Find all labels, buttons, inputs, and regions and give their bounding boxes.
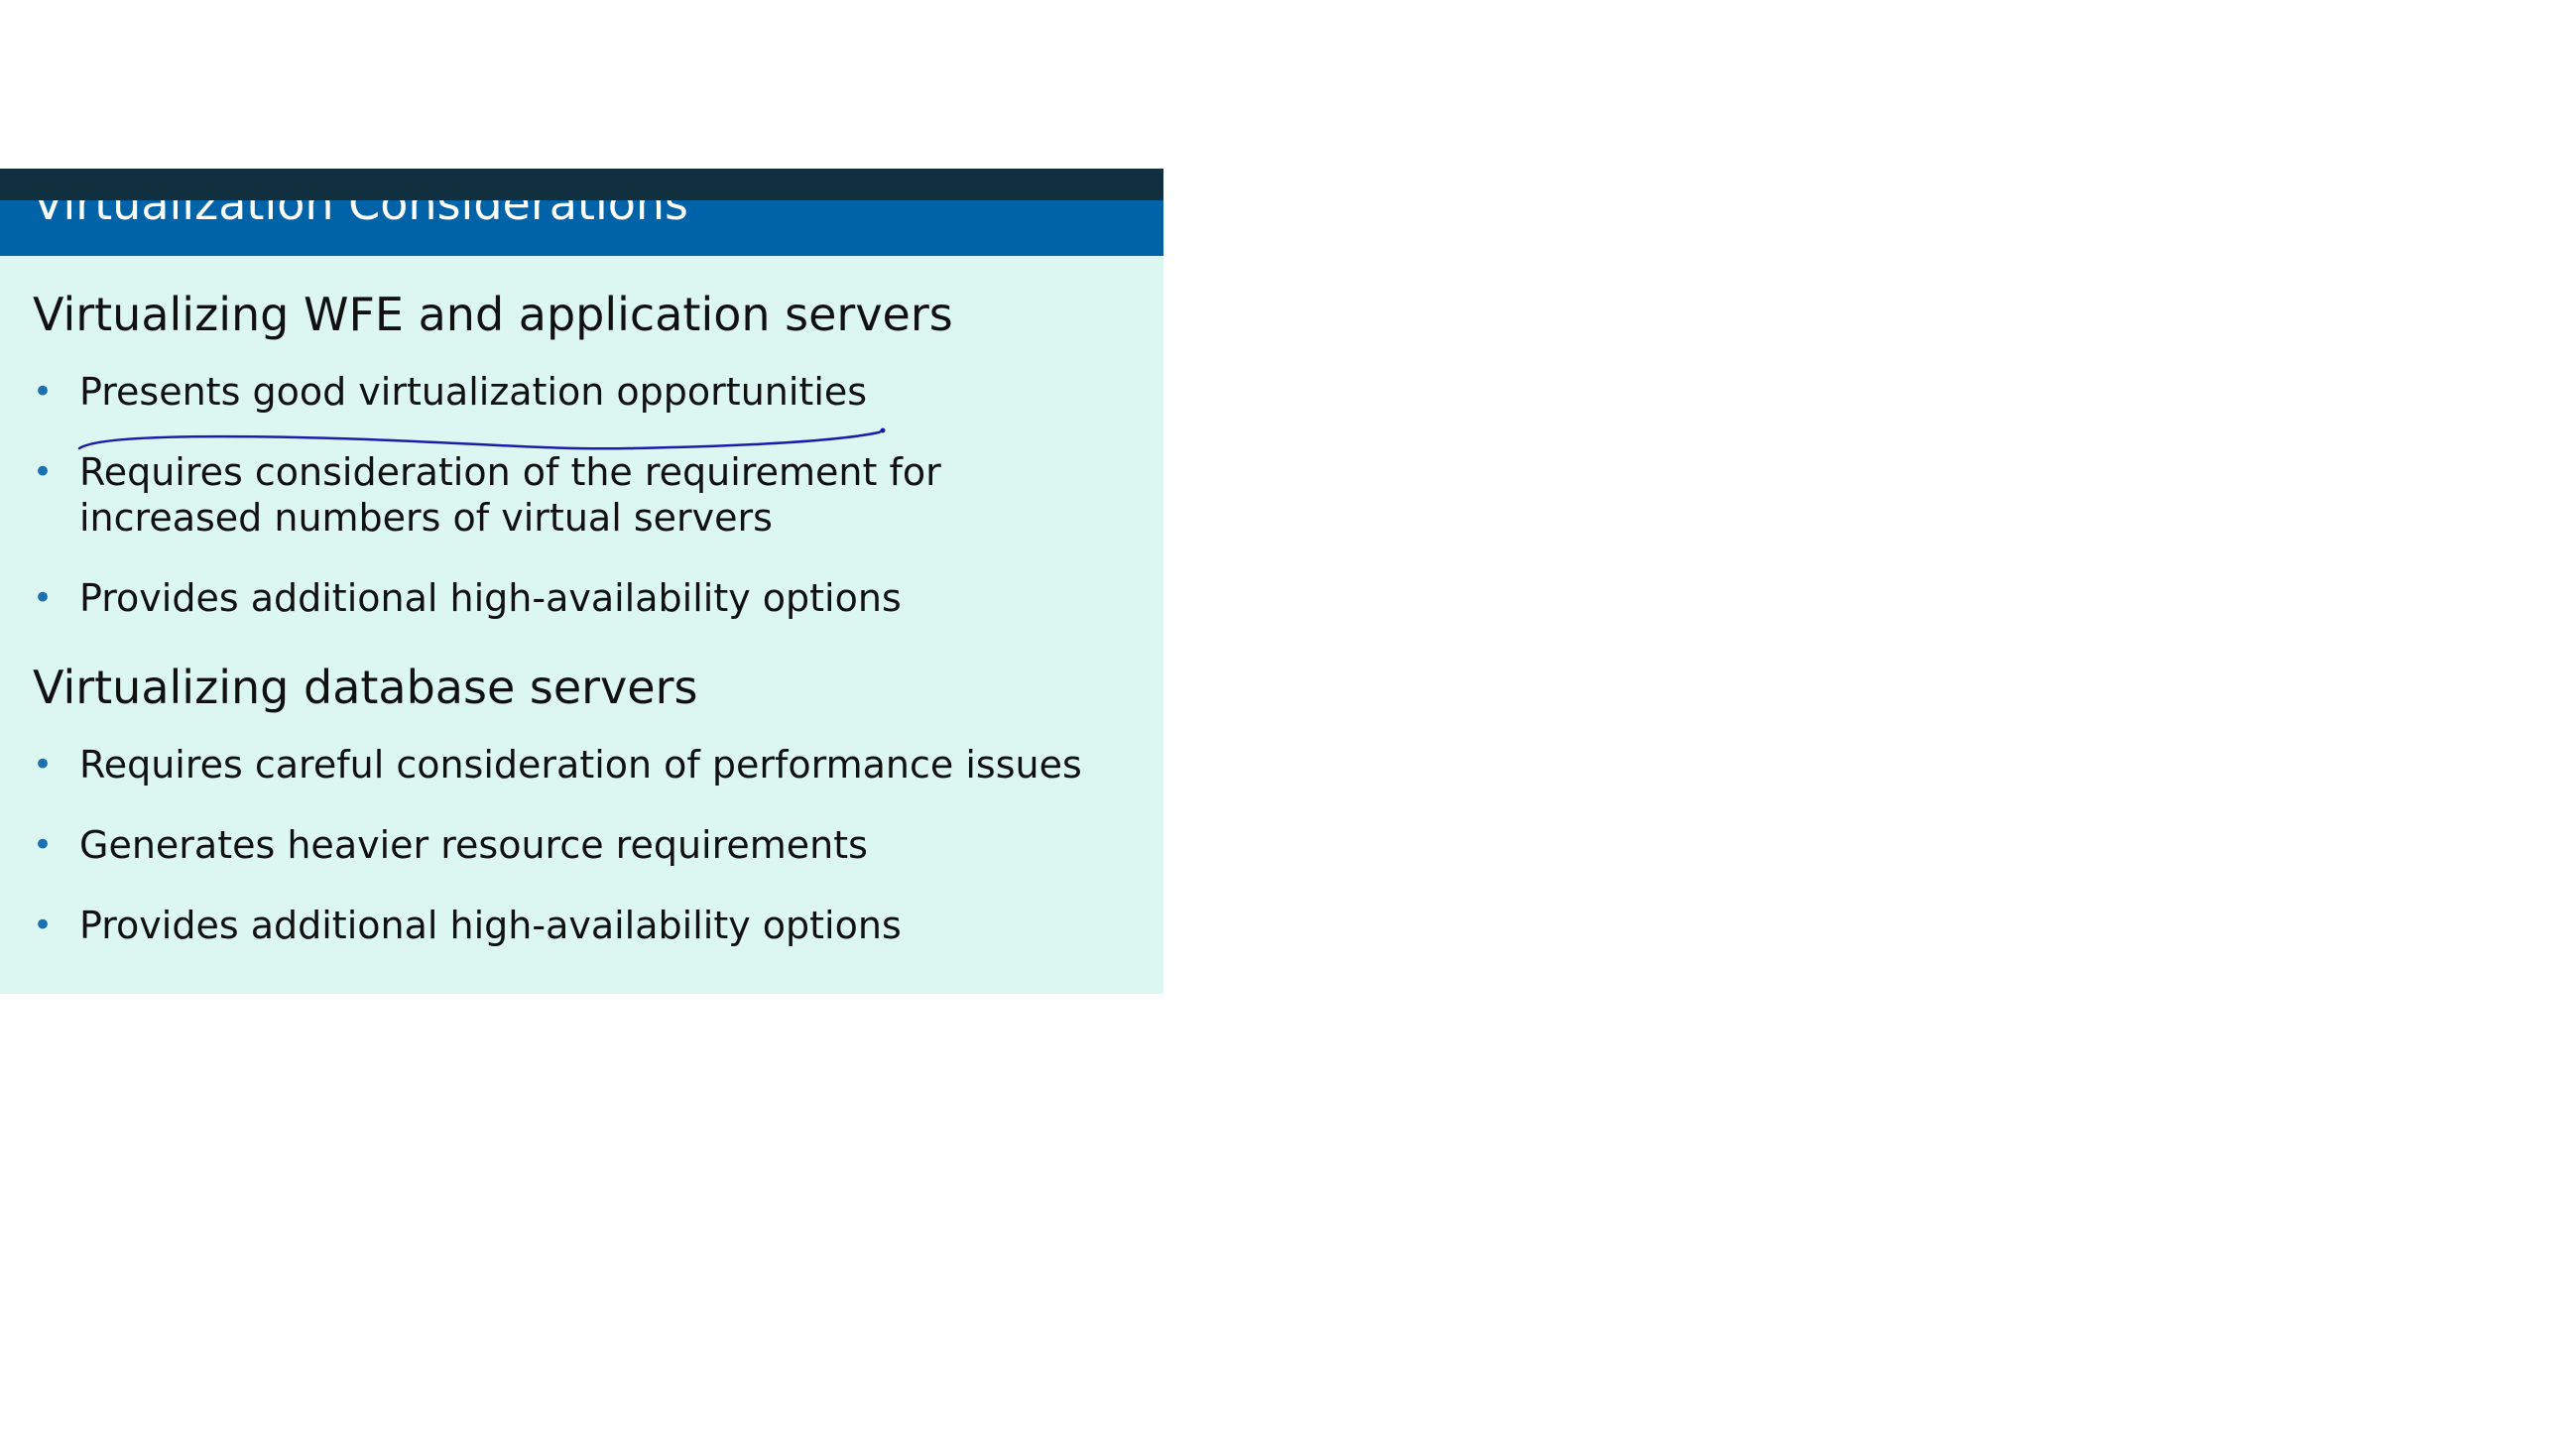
bullet-text: Provides additional high-availability op… bbox=[79, 903, 902, 947]
bullet-icon: • bbox=[33, 824, 54, 865]
list-item: • Provides additional high-availability … bbox=[33, 903, 1144, 948]
section-heading-wfe: Virtualizing WFE and application servers bbox=[33, 288, 953, 341]
bullet-text: Requires consideration of the requiremen… bbox=[79, 449, 941, 540]
bullet-icon: • bbox=[33, 744, 54, 785]
bullet-text: Provides additional high-availability op… bbox=[79, 575, 902, 620]
list-item: • Requires consideration of the requirem… bbox=[33, 449, 972, 541]
bullet-icon: • bbox=[33, 905, 54, 945]
bullet-icon: • bbox=[33, 451, 54, 492]
list-item: • Presents good virtualization opportuni… bbox=[33, 369, 1144, 415]
bullet-text: Presents good virtualization opportuniti… bbox=[79, 369, 868, 414]
section-heading-database: Virtualizing database servers bbox=[33, 660, 698, 714]
bullet-list-database: • Requires careful consideration of perf… bbox=[33, 742, 1144, 948]
list-item: • Requires careful consideration of perf… bbox=[33, 742, 1144, 788]
title-top-strip bbox=[0, 169, 1163, 200]
title-bar: Virtualization Considerations bbox=[0, 169, 1163, 256]
slide: Virtualization Considerations Virtualizi… bbox=[0, 169, 1163, 994]
list-item: • Provides additional high-availability … bbox=[33, 575, 1144, 621]
list-item: • Generates heavier resource requirement… bbox=[33, 822, 1144, 868]
bullet-text: Generates heavier resource requirements bbox=[79, 822, 868, 867]
bullet-icon: • bbox=[33, 371, 54, 412]
bullet-icon: • bbox=[33, 577, 54, 618]
bullet-list-wfe: • Presents good virtualization opportuni… bbox=[33, 369, 1144, 621]
slide-content: Virtualizing WFE and application servers… bbox=[33, 286, 1144, 986]
bullet-text: Requires careful consideration of perfor… bbox=[79, 742, 1082, 787]
